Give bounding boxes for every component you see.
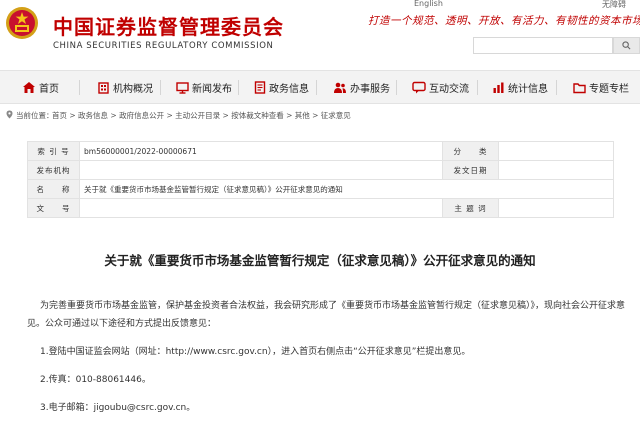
monitor-icon bbox=[176, 82, 189, 94]
meta-value bbox=[498, 160, 614, 180]
meta-key: 发布机构 bbox=[27, 160, 80, 180]
org-name-en: CHINA SECURITIES REGULATORY COMMISSION bbox=[53, 41, 274, 51]
nav-item-topics[interactable]: 专题专栏 bbox=[573, 71, 629, 104]
breadcrumb-path[interactable]: 首页 > 政务信息 > 政府信息公开 > 主动公开目录 > 按体裁文种查看 > … bbox=[52, 110, 351, 121]
slogan: 打造一个规范、透明、开放、有活力、有韧性的资本市场 bbox=[368, 15, 640, 27]
building-icon bbox=[98, 82, 109, 94]
nav-divider bbox=[396, 80, 397, 95]
table-row: 发布机构 发文日期 bbox=[27, 160, 614, 180]
main-nav: 首页 机构概况 新闻发布 政务信息 办事服务 互动交流 统计信息 专题专栏 bbox=[0, 70, 640, 104]
nav-item-label: 办事服务 bbox=[350, 84, 390, 95]
nav-item-label: 机构概况 bbox=[113, 84, 153, 95]
meta-key: 发文日期 bbox=[442, 160, 499, 180]
meta-key: 文 号 bbox=[27, 198, 80, 218]
article-list-item: 1.登陆中国证监会网站（网址：http://www.csrc.gov.cn），进… bbox=[40, 347, 471, 357]
nav-item-label: 政务信息 bbox=[269, 84, 309, 95]
article-list-item: 3.电子邮箱：jigoubu@csrc.gov.cn。 bbox=[40, 403, 196, 413]
nav-divider bbox=[556, 80, 557, 95]
nav-divider bbox=[477, 80, 478, 95]
meta-value bbox=[79, 160, 443, 180]
table-row: 索 引 号 bm56000001/2022-00000671 分 类 bbox=[27, 141, 614, 161]
meta-value bbox=[79, 198, 443, 218]
document-icon bbox=[254, 81, 266, 94]
breadcrumb-label: 当前位置： bbox=[16, 111, 54, 120]
search-icon bbox=[622, 41, 631, 50]
nav-item-home[interactable]: 首页 bbox=[22, 71, 59, 104]
nav-divider bbox=[160, 80, 161, 95]
meta-key: 主 题 词 bbox=[442, 198, 499, 218]
nav-divider bbox=[238, 80, 239, 95]
meta-key: 名 称 bbox=[27, 179, 80, 199]
breadcrumb: 当前位置： 首页 > 政务信息 > 政府信息公开 > 主动公开目录 > 按体裁文… bbox=[0, 108, 640, 122]
nav-item-services[interactable]: 办事服务 bbox=[333, 71, 390, 104]
article-paragraph: 见。公众可通过以下途径和方式提出反馈意见： bbox=[27, 319, 217, 329]
location-pin-icon bbox=[6, 110, 13, 119]
article-paragraph: 为完善重要货币市场基金监管，保护基金投资者合法权益，我会研究形成了《重要货币市场… bbox=[40, 301, 626, 311]
home-icon bbox=[23, 82, 35, 93]
top-links: English 无障碍 bbox=[380, 0, 640, 11]
nav-item-statistics[interactable]: 统计信息 bbox=[492, 71, 548, 104]
nav-item-label: 新闻发布 bbox=[192, 84, 232, 95]
search-input[interactable] bbox=[473, 37, 613, 54]
accessibility-link[interactable]: 无障碍 bbox=[602, 0, 626, 10]
meta-value bbox=[498, 141, 614, 161]
people-icon bbox=[334, 82, 346, 93]
meta-key: 分 类 bbox=[442, 141, 499, 161]
nav-item-gov-info[interactable]: 政务信息 bbox=[254, 71, 309, 104]
nav-divider bbox=[316, 80, 317, 95]
nav-divider bbox=[79, 80, 80, 95]
article-title: 关于就《重要货币市场基金监管暂行规定（征求意见稿）》公开征求意见的通知 bbox=[104, 253, 536, 268]
folder-icon bbox=[573, 83, 586, 94]
meta-value: 关于就《重要货币市场基金监管暂行规定（征求意见稿）》公开征求意见的通知 bbox=[79, 179, 614, 199]
meta-value bbox=[498, 198, 614, 218]
nav-item-label: 专题专栏 bbox=[589, 84, 629, 95]
org-name-cn: 中国证券监督管理委员会 bbox=[53, 15, 284, 39]
article-list-item: 2.传真：010-88061446。 bbox=[40, 375, 151, 385]
nav-item-interaction[interactable]: 互动交流 bbox=[412, 71, 469, 104]
document-meta-table: 索 引 号 bm56000001/2022-00000671 分 类 发布机构 … bbox=[27, 141, 614, 218]
english-link[interactable]: English bbox=[414, 0, 443, 8]
search-button[interactable] bbox=[613, 37, 640, 54]
national-emblem-logo bbox=[6, 7, 38, 39]
nav-item-news[interactable]: 新闻发布 bbox=[176, 71, 232, 104]
meta-key: 索 引 号 bbox=[27, 141, 80, 161]
chat-icon bbox=[412, 81, 426, 94]
table-row: 名 称 关于就《重要货币市场基金监管暂行规定（征求意见稿）》公开征求意见的通知 bbox=[27, 179, 614, 199]
nav-item-label: 首页 bbox=[39, 84, 59, 95]
site-header: 中国证券监督管理委员会 CHINA SECURITIES REGULATORY … bbox=[0, 0, 640, 70]
meta-value: bm56000001/2022-00000671 bbox=[79, 141, 443, 161]
chart-icon bbox=[493, 82, 504, 93]
table-row: 文 号 主 题 词 bbox=[27, 198, 614, 218]
nav-item-label: 统计信息 bbox=[508, 84, 548, 95]
nav-item-label: 互动交流 bbox=[429, 84, 469, 95]
nav-item-org[interactable]: 机构概况 bbox=[97, 71, 153, 104]
